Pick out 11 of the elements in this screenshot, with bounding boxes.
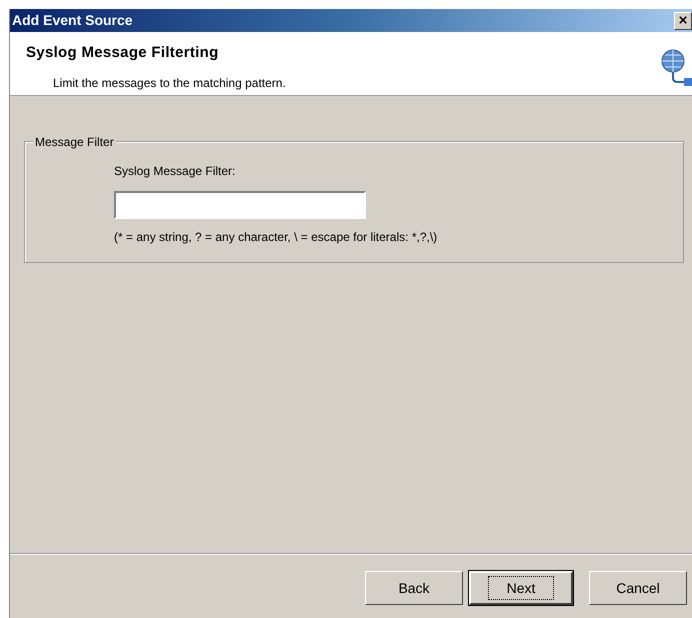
filter-hint: (* = any string, ? = any character, \ = escape for literals: *,?,\) bbox=[114, 229, 438, 246]
wizard-button[interactable]: Back bbox=[365, 571, 463, 605]
page-subtitle: Limit the messages to the matching pattern. bbox=[52, 74, 286, 92]
window-title: Add Event Source bbox=[12, 11, 133, 30]
wizard-button[interactable]: Next bbox=[469, 571, 573, 605]
close-button[interactable]: × bbox=[674, 12, 692, 30]
filter-label: Syslog Message Filter: bbox=[114, 163, 236, 180]
wizard-button[interactable]: Cancel bbox=[589, 571, 687, 605]
filter-input-field[interactable] bbox=[114, 191, 366, 219]
page-title: Syslog Message Filterting bbox=[26, 43, 220, 63]
globe-plug-icon bbox=[660, 48, 692, 88]
